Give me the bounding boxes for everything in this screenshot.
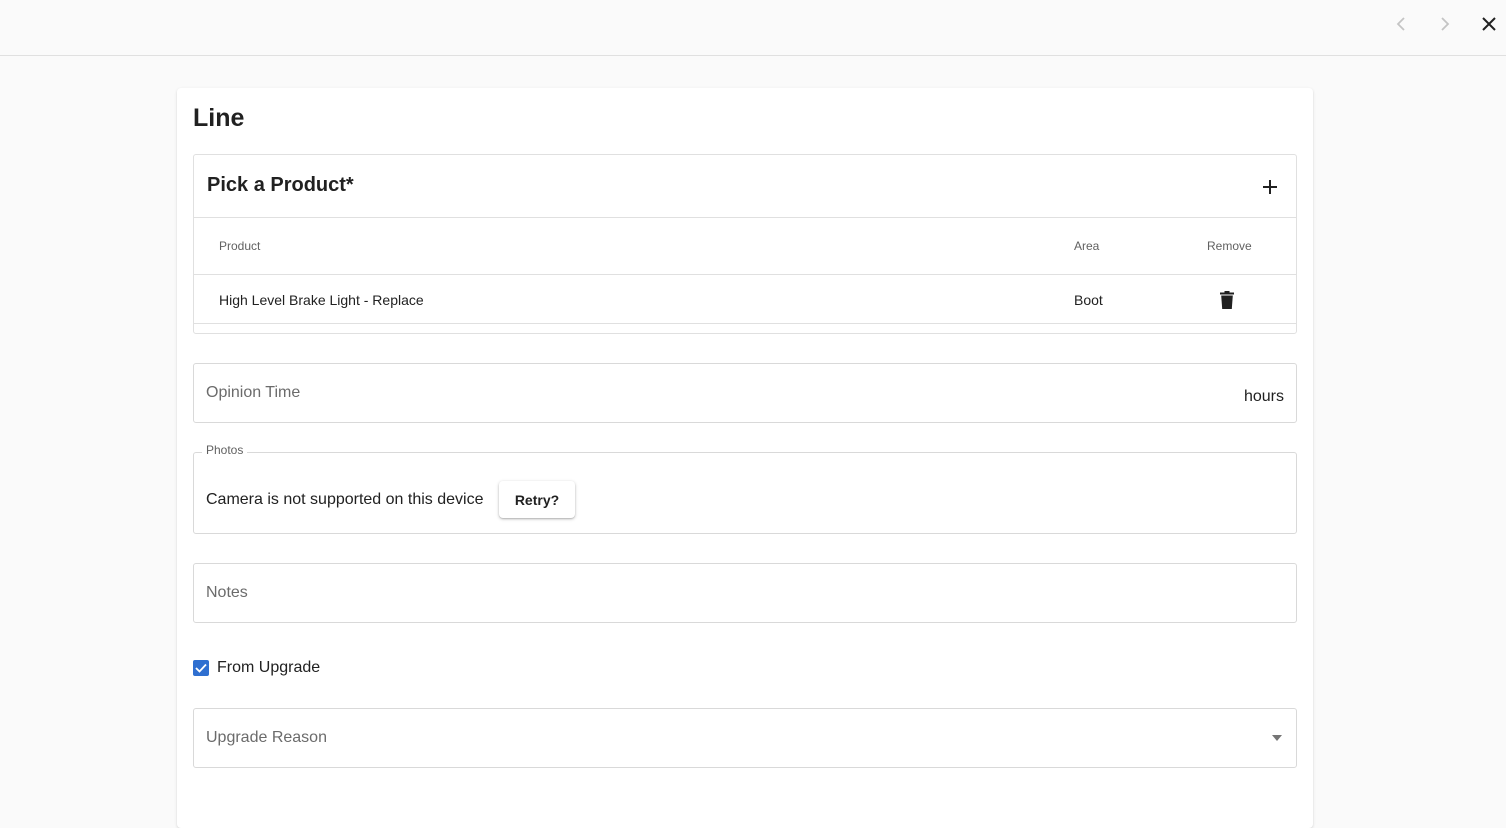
row-product: High Level Brake Light - Replace [219,292,424,308]
chevron-left-icon [1396,17,1405,31]
notes-placeholder: Notes [206,584,248,601]
opinion-time-placeholder: Opinion Time [206,384,301,401]
remove-product-button[interactable] [1216,288,1238,312]
from-upgrade-checkbox[interactable] [193,660,209,676]
previous-button[interactable] [1387,10,1415,38]
retry-button[interactable]: Retry? [499,481,575,518]
upgrade-reason-select[interactable]: Upgrade Reason [193,708,1297,768]
opinion-time-input[interactable]: Opinion Time hours [193,363,1297,423]
top-bar [0,0,1506,56]
column-header-product: Product [219,239,261,253]
caret-down-icon [1272,735,1282,741]
opinion-time-suffix: hours [1243,388,1284,405]
close-button[interactable] [1475,10,1503,38]
camera-unsupported-message: Camera is not supported on this device [206,491,484,508]
product-table-header: Product Area Remove [194,219,1296,275]
photos-section: Photos Camera is not supported on this d… [193,443,1297,534]
photos-legend: Photos [202,443,248,457]
from-upgrade-row: From Upgrade [193,658,320,678]
check-icon [195,663,207,673]
notes-input[interactable]: Notes [193,563,1297,623]
column-header-remove: Remove [1207,239,1252,253]
plus-icon [1263,180,1277,194]
upgrade-reason-placeholder: Upgrade Reason [206,729,327,746]
table-row: High Level Brake Light - Replace Boot [194,276,1296,324]
card-title: Line [193,104,245,132]
close-icon [1482,17,1496,31]
from-upgrade-label: From Upgrade [217,659,321,676]
product-panel-title: Pick a Product* [207,174,354,196]
next-button[interactable] [1431,10,1459,38]
product-panel: Pick a Product* Product Area Remove High… [193,154,1297,334]
row-area: Boot [1074,292,1103,308]
column-header-area: Area [1074,239,1100,253]
product-panel-header: Pick a Product* [194,155,1296,218]
trash-icon [1220,291,1234,309]
add-product-button[interactable] [1258,175,1282,199]
line-card: Line Pick a Product* Product Area Remove… [177,88,1313,828]
chevron-right-icon [1441,17,1450,31]
